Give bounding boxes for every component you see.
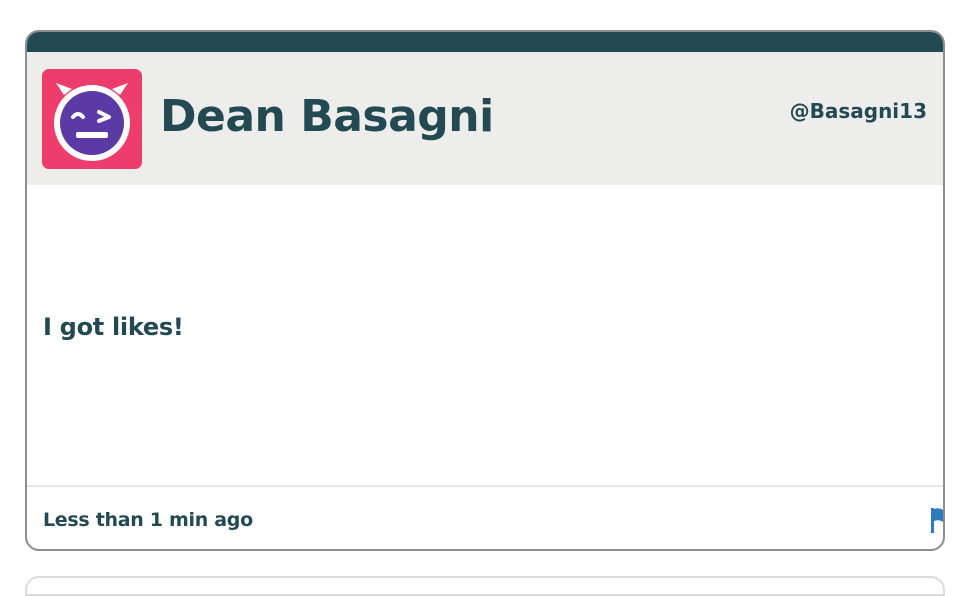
- tweet-footer: Less than 1 min ago: [27, 485, 943, 549]
- card-top-bar: [27, 32, 943, 52]
- author-handle[interactable]: @Basagni13: [790, 98, 927, 124]
- flag-icon: [931, 508, 943, 533]
- tweet-card: Dean Basagni @Basagni13 I got likes! Les…: [25, 30, 945, 551]
- flag-button[interactable]: [929, 505, 943, 535]
- author-display-name[interactable]: Dean Basagni: [160, 91, 494, 143]
- next-tweet-card-edge: [25, 576, 945, 596]
- purple-devil-face-icon: [54, 83, 130, 161]
- avatar[interactable]: [42, 69, 142, 169]
- tweet-text: I got likes!: [43, 313, 184, 341]
- tweet-timestamp: Less than 1 min ago: [43, 509, 253, 531]
- tweet-header: Dean Basagni @Basagni13: [27, 52, 943, 185]
